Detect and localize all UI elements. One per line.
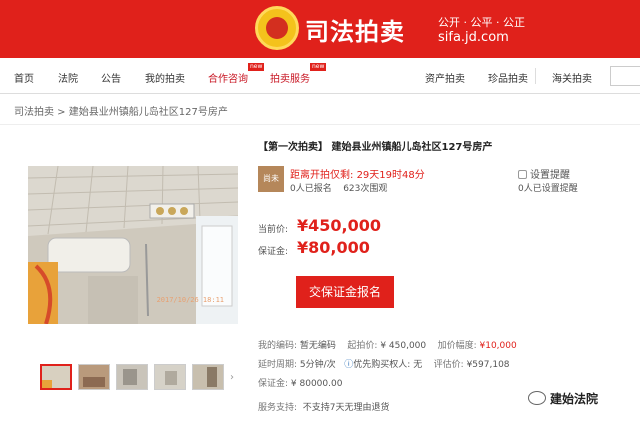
service-value: 不支持7天无理由退货 xyxy=(302,403,390,413)
countdown-time: 29天19时48分 xyxy=(356,170,425,181)
signup-count: 0人已报名 xyxy=(290,184,332,194)
search-input[interactable] xyxy=(610,66,640,86)
thumbnail[interactable] xyxy=(116,364,148,390)
deposit-info-label: 保证金: xyxy=(258,379,289,389)
info-row-4: 服务支持: 不支持7天无理由退货 xyxy=(258,400,390,413)
nav-notice[interactable]: 公告 xyxy=(101,70,121,85)
brand-slogan: 公开 · 公平 · 公正 xyxy=(438,16,525,29)
deposit-info-value: ¥ 80000.00 xyxy=(290,379,343,389)
court-emblem-icon xyxy=(255,6,299,50)
nav-home[interactable]: 首页 xyxy=(14,70,34,85)
increment-value: ¥10,000 xyxy=(479,341,517,351)
wechat-icon xyxy=(528,391,546,405)
nav-service[interactable]: 拍卖服务 new xyxy=(270,63,327,85)
info-icon: ⓘ xyxy=(344,360,354,370)
top-banner: 司法拍卖 公开 · 公平 · 公正 sifa.jd.com xyxy=(0,0,640,58)
countdown: 距离开拍仅剩: 29天19时48分 xyxy=(290,166,425,181)
wechat-watermark: 建始法院 xyxy=(528,390,598,407)
nav-cooperation-label: 合作咨询 xyxy=(208,74,248,85)
pay-deposit-register-button[interactable]: 交保证金报名 xyxy=(296,276,394,308)
code-value: 暂无编码 xyxy=(299,341,336,351)
info-row-1: 我的编码: 暂无编码 起拍价: ¥ 450,000 加价幅度: ¥10,000 xyxy=(258,338,517,351)
divider xyxy=(0,124,640,125)
service-label: 服务支持: xyxy=(258,403,298,413)
delay-label: 延时周期: xyxy=(258,360,298,370)
thumbnail[interactable] xyxy=(192,364,224,390)
start-price: ¥ 450,000 xyxy=(380,341,427,351)
breadcrumb[interactable]: 司法拍卖 > 建始县业州镇船儿岛社区127号房产 xyxy=(14,103,228,118)
set-reminder-button[interactable]: 设置提醒 xyxy=(518,166,570,181)
photo-timestamp: 2017/10/26 18:11 xyxy=(156,296,224,304)
current-price: ¥450,000 xyxy=(297,216,382,235)
assessed-price: ¥597,108 xyxy=(466,360,510,370)
thumbnail[interactable] xyxy=(40,364,72,390)
new-badge: new xyxy=(248,63,265,71)
remind-count: 0人已设置提醒 xyxy=(518,184,578,194)
brand-title: 司法拍卖 xyxy=(305,18,405,46)
brand-site: sifa.jd.com xyxy=(438,30,509,45)
remind-label: 设置提醒 xyxy=(530,170,570,181)
main-nav: 首页 法院 公告 我的拍卖 合作咨询 new 拍卖服务 new 资产拍卖 珍品拍卖 … xyxy=(0,58,640,94)
auction-status-badge: 尚未 xyxy=(258,166,284,192)
new-badge: new xyxy=(310,63,327,71)
thumbnail[interactable] xyxy=(154,364,186,390)
nav-treasure[interactable]: 珍品拍卖 xyxy=(488,70,528,85)
nav-my-auction[interactable]: 我的拍卖 xyxy=(145,70,185,85)
start-price-label: 起拍价: xyxy=(347,341,378,351)
nav-customs[interactable]: 海关拍卖 xyxy=(552,70,592,85)
thumbnail[interactable] xyxy=(78,364,110,390)
info-row-2: 延时周期: 5分钟/次 ⓘ优先购买权人: 无 评估价: ¥597,108 xyxy=(258,357,510,370)
deposit-label: 保证金: xyxy=(258,247,289,257)
watermark-text: 建始法院 xyxy=(550,392,599,406)
assessed-price-label: 评估价: xyxy=(433,360,464,370)
page-title: 【第一次拍卖】 建始县业州镇船儿岛社区127号房产 xyxy=(258,142,493,153)
nav-court[interactable]: 法院 xyxy=(58,70,78,85)
chevron-right-icon[interactable]: › xyxy=(230,372,234,383)
nav-cooperation[interactable]: 合作咨询 new xyxy=(208,63,265,85)
countdown-label: 距离开拍仅剩: xyxy=(290,170,354,181)
delay-value: 5分钟/次 xyxy=(299,360,336,370)
property-photo[interactable]: 2017/10/26 18:11 xyxy=(28,166,238,324)
nav-divider xyxy=(535,68,536,84)
nav-service-label: 拍卖服务 xyxy=(270,74,310,85)
current-price-label: 当前价: xyxy=(258,225,289,235)
auction-stats: 0人已报名 623次围观 xyxy=(290,181,387,194)
increment-label: 加价幅度: xyxy=(437,341,477,351)
info-row-3: 保证金: ¥ 80000.00 xyxy=(258,376,342,389)
deposit-amount: ¥80,000 xyxy=(297,238,370,257)
view-count: 623次围观 xyxy=(343,184,388,194)
code-label: 我的编码: xyxy=(258,341,298,351)
priority-buyer: 优先购买权人: 无 xyxy=(353,360,423,370)
nav-asset[interactable]: 资产拍卖 xyxy=(425,70,465,85)
alarm-clock-icon xyxy=(518,170,527,179)
